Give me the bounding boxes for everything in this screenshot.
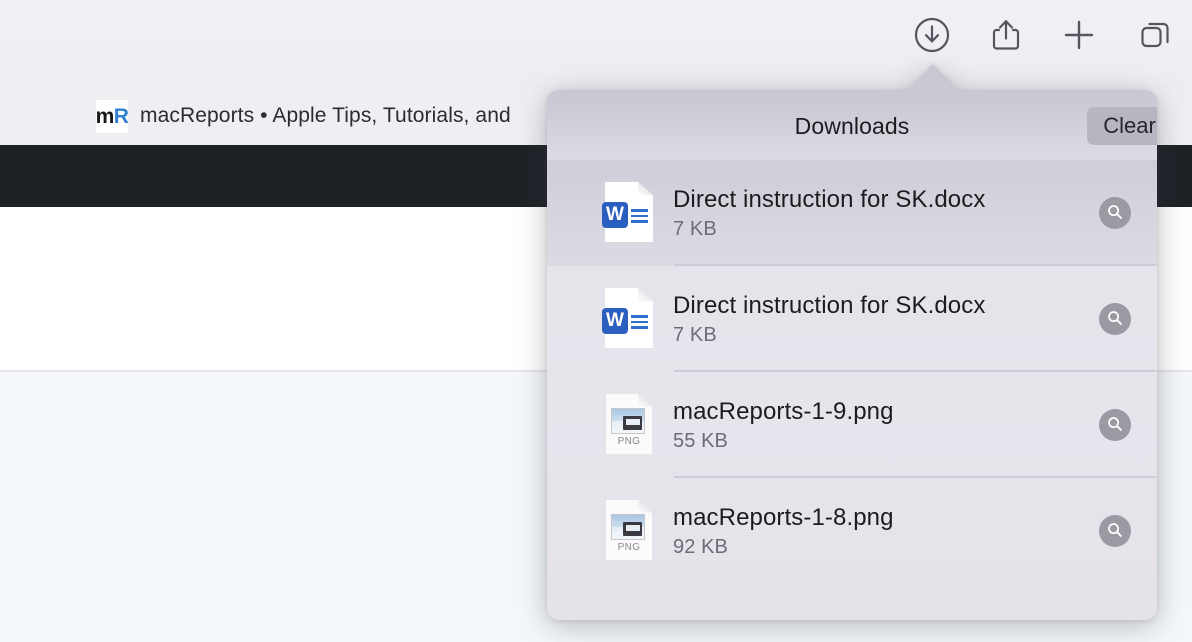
reveal-in-finder-button[interactable] (1099, 303, 1131, 335)
download-file-name: Direct instruction for SK.docx (673, 291, 986, 319)
png-image-icon: PNG (605, 394, 657, 456)
favicon-letter-m: m (95, 104, 115, 128)
downloads-button[interactable] (908, 11, 956, 59)
download-file-size: 7 KB (673, 323, 717, 346)
download-item-text: Direct instruction for SK.docx 7 KB (673, 292, 1099, 347)
downloads-panel-title: Downloads (794, 113, 910, 139)
reveal-in-finder-button[interactable] (1099, 409, 1131, 441)
download-item-text: Direct instruction for SK.docx 7 KB (673, 186, 1099, 241)
word-document-icon: W (602, 288, 657, 350)
reveal-in-finder-button[interactable] (1099, 515, 1131, 547)
magnifier-icon (1106, 309, 1124, 330)
png-badge-label: PNG (617, 436, 641, 447)
download-item-text: macReports-1-8.png 92 KB (673, 504, 1099, 559)
download-item[interactable]: PNG macReports-1-8.png 92 KB (547, 478, 1157, 584)
downloads-list: W Direct instruction for SK.docx 7 KB W … (547, 160, 1157, 584)
popover-surface: Downloads Clear W Direct instruction for… (547, 90, 1157, 620)
download-file-size: 7 KB (673, 217, 717, 240)
word-badge-letter: W (602, 202, 628, 228)
downloads-icon (913, 16, 951, 54)
clear-downloads-button[interactable]: Clear (1087, 107, 1157, 145)
popover-header: Downloads Clear (547, 90, 1157, 160)
download-file-size: 55 KB (673, 429, 728, 452)
magnifier-icon (1106, 203, 1124, 224)
download-item[interactable]: W Direct instruction for SK.docx 7 KB (547, 266, 1157, 372)
download-item-text: macReports-1-9.png 55 KB (673, 398, 1099, 453)
tab-overview-button[interactable] (1131, 11, 1179, 59)
popover-arrow (907, 64, 959, 91)
reveal-in-finder-button[interactable] (1099, 197, 1131, 229)
share-button[interactable] (982, 11, 1030, 59)
word-document-icon: W (602, 182, 657, 244)
tab-overview-icon (1136, 16, 1174, 54)
favicon-letter-r: R (113, 104, 129, 128)
png-image-icon: PNG (605, 500, 657, 562)
downloads-popover: Downloads Clear W Direct instruction for… (547, 64, 1157, 620)
download-item[interactable]: W Direct instruction for SK.docx 7 KB (547, 160, 1157, 266)
new-tab-button[interactable] (1055, 11, 1103, 59)
magnifier-icon (1106, 415, 1124, 436)
download-item[interactable]: PNG macReports-1-9.png 55 KB (547, 372, 1157, 478)
download-file-name: macReports-1-8.png (673, 503, 894, 531)
png-badge-label: PNG (617, 542, 641, 553)
macreports-favicon: mR (95, 99, 129, 133)
download-file-size: 92 KB (673, 535, 728, 558)
share-icon (988, 16, 1024, 54)
magnifier-icon (1106, 521, 1124, 542)
plus-icon (1061, 17, 1097, 53)
browser-tab-title: macReports • Apple Tips, Tutorials, and (140, 104, 511, 127)
browser-tab[interactable]: mR macReports • Apple Tips, Tutorials, a… (86, 92, 521, 140)
word-badge-letter: W (602, 308, 628, 334)
download-file-name: Direct instruction for SK.docx (673, 185, 986, 213)
download-file-name: macReports-1-9.png (673, 397, 894, 425)
